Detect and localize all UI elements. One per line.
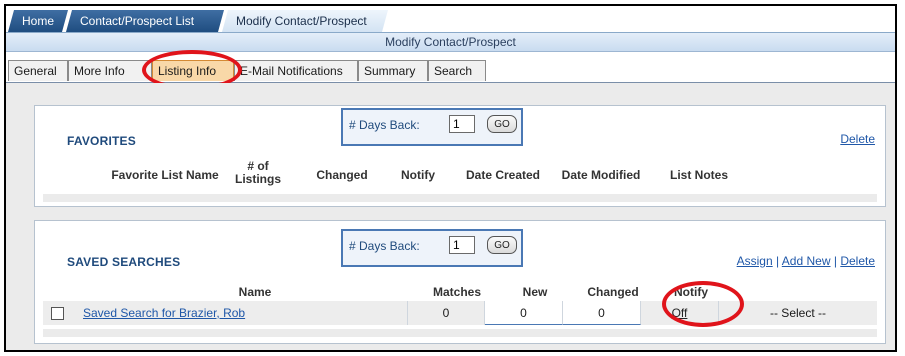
tab-bar: General More Info Listing Info E-Mail No… <box>6 58 895 83</box>
tab-general[interactable]: General <box>8 60 68 81</box>
cell-matches: 0 <box>407 301 485 325</box>
breadcrumb: Home Contact/Prospect List Modify Contac… <box>6 6 895 33</box>
col-notify: Notify <box>401 168 435 182</box>
separator: | <box>776 254 780 268</box>
favorites-empty-row <box>43 194 877 202</box>
breadcrumb-home[interactable]: Home <box>8 10 68 32</box>
tab-email-notifications[interactable]: E-Mail Notifications <box>234 60 358 81</box>
col-name: Name <box>238 285 272 299</box>
favorites-days-back-label: # Days Back: <box>349 118 420 132</box>
saved-search-name-link[interactable]: Saved Search for Brazier, Rob <box>83 306 245 320</box>
app-frame: Home Contact/Prospect List Modify Contac… <box>4 4 897 352</box>
tab-more-info[interactable]: More Info <box>68 60 152 81</box>
add-new-link[interactable]: Add New <box>782 254 831 268</box>
saved-days-back-label: # Days Back: <box>349 239 420 253</box>
listing-info-content: FAVORITES # Days Back: GO Delete Favorit… <box>6 83 895 350</box>
favorites-days-back-input[interactable] <box>449 115 475 133</box>
separator: | <box>833 254 837 268</box>
saved-empty-row <box>43 329 877 337</box>
saved-go-button[interactable]: GO <box>487 236 517 254</box>
saved-searches-panel: SAVED SEARCHES # Days Back: GO Assign | … <box>34 220 886 344</box>
saved-days-back-input[interactable] <box>449 236 475 254</box>
tab-summary[interactable]: Summary <box>358 60 428 81</box>
favorites-panel: FAVORITES # Days Back: GO Delete Favorit… <box>34 105 886 207</box>
tab-search[interactable]: Search <box>428 60 486 81</box>
row-action-select[interactable]: -- Select -- <box>719 301 877 325</box>
assign-link[interactable]: Assign <box>737 254 773 268</box>
breadcrumb-modify-contact: Modify Contact/Prospect <box>222 10 388 32</box>
tab-listing-info[interactable]: Listing Info <box>152 60 234 81</box>
favorites-days-back: # Days Back: GO <box>341 108 523 146</box>
col-saved-notify: Notify <box>674 285 708 299</box>
page-subtitle: Modify Contact/Prospect <box>6 33 895 52</box>
cell-changed: 0 <box>563 301 641 325</box>
notify-toggle-link[interactable]: Off <box>672 306 688 320</box>
favorites-go-button[interactable]: GO <box>487 115 517 133</box>
saved-delete-link[interactable]: Delete <box>840 254 875 268</box>
cell-new: 0 <box>485 301 563 325</box>
saved-searches-title: SAVED SEARCHES <box>67 255 181 269</box>
col-new: New <box>522 285 548 299</box>
col-favorite-list-name: Favorite List Name <box>111 168 219 182</box>
saved-actions: Assign | Add New | Delete <box>737 254 875 268</box>
row-checkbox[interactable] <box>51 307 64 320</box>
col-saved-changed: Changed <box>587 285 639 299</box>
favorites-delete-link[interactable]: Delete <box>840 132 875 146</box>
col-changed: Changed <box>316 168 368 182</box>
col-date-modified: Date Modified <box>561 168 641 182</box>
favorites-title: FAVORITES <box>67 134 136 148</box>
col-num-listings: # of Listings <box>234 159 281 186</box>
breadcrumb-contact-list[interactable]: Contact/Prospect List <box>66 10 224 32</box>
cell-notify: Off <box>641 301 719 325</box>
col-list-notes: List Notes <box>669 168 728 182</box>
col-date-created: Date Created <box>465 168 541 182</box>
table-row: Saved Search for Brazier, Rob 0 0 0 Off … <box>43 301 877 325</box>
col-matches: Matches <box>432 285 482 299</box>
saved-days-back: # Days Back: GO <box>341 229 523 267</box>
